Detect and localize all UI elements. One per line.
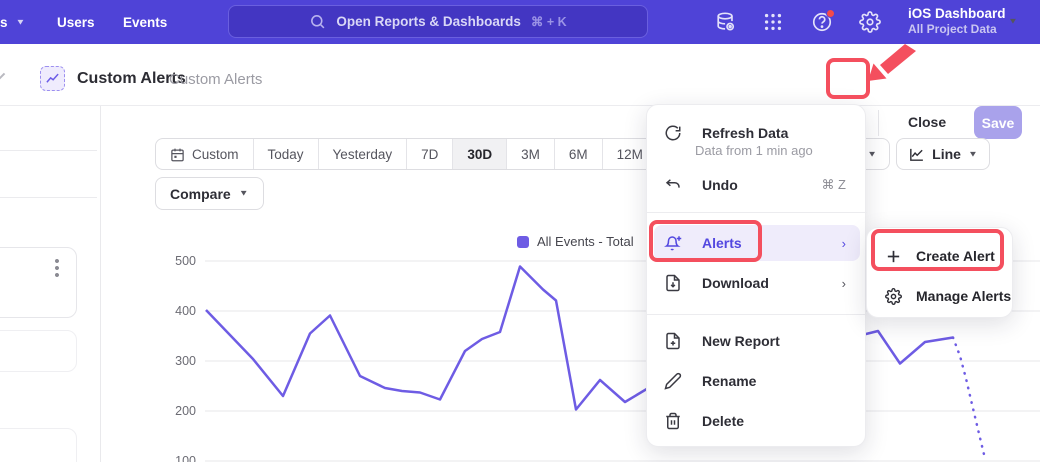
chevron-down-icon: ▼ [239,189,249,198]
pencil-icon [664,372,682,390]
close-button[interactable]: Close [908,114,946,130]
chevron-right-icon: › [842,276,846,291]
kebab-menu-icon[interactable]: ••• [50,258,64,278]
search-placeholder: Open Reports & Dashboards [336,14,521,29]
data-management-icon[interactable] [715,11,737,33]
range-3m[interactable]: 3M [507,139,555,169]
menu-item-download[interactable]: Download › [654,265,860,301]
calendar-icon [170,147,185,162]
chart-type-button[interactable]: Line ▼ [896,138,990,170]
svg-text:300: 300 [175,354,196,368]
breadcrumb: Custom Alerts [169,71,262,88]
download-icon [664,274,682,292]
submenu-item-create-alert[interactable]: Create Alert [873,238,1008,274]
chart-legend[interactable]: All Events - Total [517,234,634,249]
new-report-icon [664,332,682,350]
nav-item-partial[interactable]: s ▼ [0,0,25,44]
plus-icon [885,248,902,265]
range-custom[interactable]: Custom [156,139,254,169]
settings-icon[interactable] [859,11,881,33]
divider [878,110,879,136]
nav-item-users[interactable]: Users [57,0,95,44]
menu-separator [647,212,867,213]
legend-label: All Events - Total [537,234,634,249]
report-thumbnail-icon [40,66,65,91]
trash-icon [664,412,682,430]
chevron-down-icon: ▼ [16,18,26,27]
app-window: s ▼ Users Events Open Reports & Dashboar… [0,0,1040,462]
svg-text:400: 400 [175,304,196,318]
sidebar-card[interactable] [0,428,77,462]
compare-button[interactable]: Compare ▼ [155,177,264,210]
undo-shortcut: ⌘ Z [821,177,846,193]
alerts-submenu: Create Alert Manage Alerts [866,227,1013,318]
range-yesterday[interactable]: Yesterday [319,139,408,169]
top-navbar: s ▼ Users Events Open Reports & Dashboar… [0,0,1040,44]
chevron-down-icon: ▼ [867,150,877,159]
range-30d-selected[interactable]: 30D [453,139,507,169]
notification-dot [826,9,835,18]
refresh-icon [664,124,682,142]
svg-text:200: 200 [175,404,196,418]
nav-item-events[interactable]: Events [123,0,167,44]
legend-swatch [517,236,529,248]
nav-partial-label: s [0,15,8,30]
date-range-control: Custom Today Yesterday 7D 30D 3M 6M 12M [155,138,658,170]
search-shortcut: ⌘ + K [531,14,567,29]
range-6m[interactable]: 6M [555,139,603,169]
menu-separator [647,314,867,315]
menu-item-new-report[interactable]: New Report [654,323,860,359]
submenu-item-manage-alerts[interactable]: Manage Alerts [873,278,1008,314]
apps-grid-icon[interactable] [762,11,784,33]
range-7d[interactable]: 7D [407,139,453,169]
menu-item-alerts[interactable]: Alerts › [654,225,860,261]
svg-text:500: 500 [175,254,196,268]
svg-text:100: 100 [175,454,196,462]
sidebar-divider [0,197,97,198]
range-today[interactable]: Today [254,139,319,169]
sidebar-card[interactable] [0,330,77,372]
chevron-right-icon: › [842,236,846,251]
sidebar-card[interactable] [0,247,77,318]
sidebar-divider [0,150,97,151]
refresh-data-subtext: Data from 1 min ago [695,143,813,158]
report-header: Custom Alerts Custom Alerts GV Duplicate… [0,44,1040,106]
save-button[interactable]: Save [974,106,1022,139]
more-options-menu: Refresh Data Data from 1 min ago Undo ⌘ … [646,104,866,447]
edge-mark [0,73,5,81]
chevron-down-icon: ▼ [1008,17,1018,26]
menu-item-undo[interactable]: Undo ⌘ Z [654,167,860,203]
search-icon [309,13,326,30]
menu-item-rename[interactable]: Rename [654,363,860,399]
content-divider [100,106,101,462]
alert-bell-icon [664,234,682,252]
undo-icon [664,176,682,194]
menu-item-delete[interactable]: Delete [654,403,860,439]
search-input[interactable]: Open Reports & Dashboards ⌘ + K [228,5,648,38]
chevron-down-icon: ▼ [968,150,978,159]
help-icon[interactable] [811,11,833,33]
line-chart-icon [908,146,925,163]
gear-icon [885,288,902,305]
